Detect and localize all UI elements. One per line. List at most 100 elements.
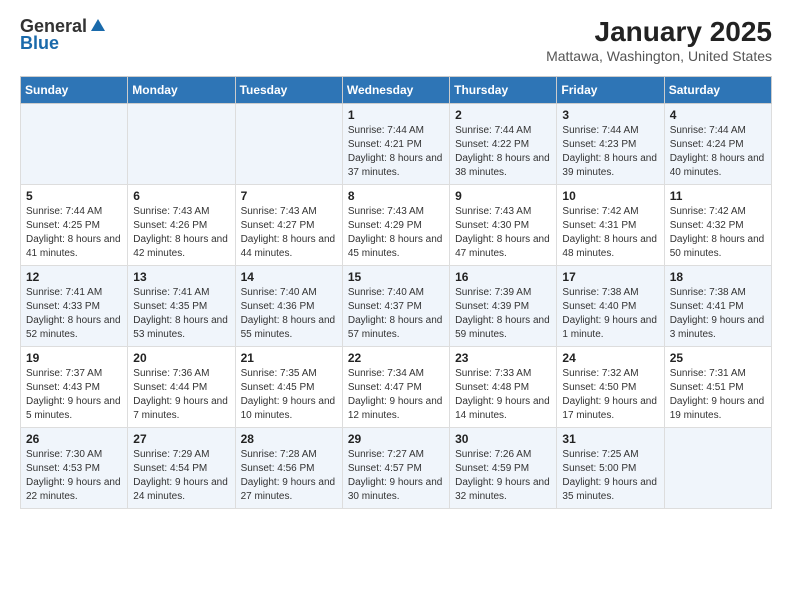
day-number: 5 [26,189,122,203]
day-number: 2 [455,108,551,122]
calendar-week-5: 26 Sunrise: 7:30 AM Sunset: 4:53 PM Dayli… [21,428,772,509]
day-info: Sunrise: 7:44 AM Sunset: 4:22 PM Dayligh… [455,124,551,180]
day-header-friday: Friday [557,77,664,104]
calendar-table: SundayMondayTuesdayWednesdayThursdayFrid… [20,76,772,509]
day-info: Sunrise: 7:44 AM Sunset: 4:25 PM Dayligh… [26,205,122,261]
calendar-cell: 2 Sunrise: 7:44 AM Sunset: 4:22 PM Daylig… [450,104,557,185]
calendar-cell: 30 Sunrise: 7:26 AM Sunset: 4:59 PM Dayli… [450,428,557,509]
day-number: 28 [241,432,337,446]
day-number: 10 [562,189,658,203]
day-number: 6 [133,189,229,203]
day-number: 15 [348,270,444,284]
day-info: Sunrise: 7:42 AM Sunset: 4:31 PM Dayligh… [562,205,658,261]
day-info: Sunrise: 7:41 AM Sunset: 4:33 PM Dayligh… [26,286,122,342]
calendar-cell: 22Sunrise: 7:34 AM Sunset: 4:47 PM Dayli… [342,347,449,428]
calendar-cell: 3 Sunrise: 7:44 AM Sunset: 4:23 PM Daylig… [557,104,664,185]
calendar-cell: 11 Sunrise: 7:42 AM Sunset: 4:32 PM Dayli… [664,185,771,266]
day-number: 27 [133,432,229,446]
calendar-cell [128,104,235,185]
logo: General Blue [20,16,107,54]
calendar-cell [664,428,771,509]
day-header-sunday: Sunday [21,77,128,104]
calendar-week-4: 19Sunrise: 7:37 AM Sunset: 4:43 PM Dayli… [21,347,772,428]
day-info: Sunrise: 7:39 AM Sunset: 4:39 PM Dayligh… [455,286,551,342]
day-info: Sunrise: 7:43 AM Sunset: 4:26 PM Dayligh… [133,205,229,261]
calendar-cell: 16 Sunrise: 7:39 AM Sunset: 4:39 PM Dayli… [450,266,557,347]
day-number: 25 [670,351,766,365]
calendar-cell: 27 Sunrise: 7:29 AM Sunset: 4:54 PM Dayli… [128,428,235,509]
day-number: 17 [562,270,658,284]
day-info: Sunrise: 7:30 AM Sunset: 4:53 PM Dayligh… [26,448,122,504]
calendar-cell: 19Sunrise: 7:37 AM Sunset: 4:43 PM Dayli… [21,347,128,428]
calendar-cell: 31Sunrise: 7:25 AM Sunset: 5:00 PM Dayli… [557,428,664,509]
day-header-monday: Monday [128,77,235,104]
day-info: Sunrise: 7:41 AM Sunset: 4:35 PM Dayligh… [133,286,229,342]
day-number: 21 [241,351,337,365]
calendar-week-3: 12 Sunrise: 7:41 AM Sunset: 4:33 PM Dayli… [21,266,772,347]
day-number: 18 [670,270,766,284]
calendar-body: 1 Sunrise: 7:44 AM Sunset: 4:21 PM Daylig… [21,104,772,509]
calendar-cell: 21Sunrise: 7:35 AM Sunset: 4:45 PM Dayli… [235,347,342,428]
day-info: Sunrise: 7:25 AM Sunset: 5:00 PM Dayligh… [562,448,658,504]
calendar-week-1: 1 Sunrise: 7:44 AM Sunset: 4:21 PM Daylig… [21,104,772,185]
day-number: 7 [241,189,337,203]
calendar-cell [235,104,342,185]
day-info: Sunrise: 7:40 AM Sunset: 4:37 PM Dayligh… [348,286,444,342]
day-number: 4 [670,108,766,122]
calendar-cell: 8 Sunrise: 7:43 AM Sunset: 4:29 PM Daylig… [342,185,449,266]
day-number: 23 [455,351,551,365]
day-header-thursday: Thursday [450,77,557,104]
day-info: Sunrise: 7:38 AM Sunset: 4:40 PM Dayligh… [562,286,658,342]
calendar-cell: 10 Sunrise: 7:42 AM Sunset: 4:31 PM Dayli… [557,185,664,266]
calendar-cell: 9 Sunrise: 7:43 AM Sunset: 4:30 PM Daylig… [450,185,557,266]
day-info: Sunrise: 7:33 AM Sunset: 4:48 PM Dayligh… [455,367,551,423]
day-info: Sunrise: 7:44 AM Sunset: 4:24 PM Dayligh… [670,124,766,180]
day-info: Sunrise: 7:26 AM Sunset: 4:59 PM Dayligh… [455,448,551,504]
day-number: 24 [562,351,658,365]
calendar-cell: 29 Sunrise: 7:27 AM Sunset: 4:57 PM Dayli… [342,428,449,509]
calendar-cell: 23 Sunrise: 7:33 AM Sunset: 4:48 PM Dayli… [450,347,557,428]
day-number: 30 [455,432,551,446]
calendar-cell: 14Sunrise: 7:40 AM Sunset: 4:36 PM Dayli… [235,266,342,347]
day-number: 19 [26,351,122,365]
day-header-saturday: Saturday [664,77,771,104]
day-number: 14 [241,270,337,284]
calendar-cell: 20Sunrise: 7:36 AM Sunset: 4:44 PM Dayli… [128,347,235,428]
day-number: 11 [670,189,766,203]
day-info: Sunrise: 7:34 AM Sunset: 4:47 PM Dayligh… [348,367,444,423]
day-info: Sunrise: 7:28 AM Sunset: 4:56 PM Dayligh… [241,448,337,504]
calendar-cell: 13Sunrise: 7:41 AM Sunset: 4:35 PM Dayli… [128,266,235,347]
calendar-cell: 25 Sunrise: 7:31 AM Sunset: 4:51 PM Dayli… [664,347,771,428]
page-title: January 2025 [546,16,772,48]
day-number: 12 [26,270,122,284]
day-header-wednesday: Wednesday [342,77,449,104]
day-number: 1 [348,108,444,122]
day-number: 20 [133,351,229,365]
calendar-cell: 1 Sunrise: 7:44 AM Sunset: 4:21 PM Daylig… [342,104,449,185]
calendar-cell: 17 Sunrise: 7:38 AM Sunset: 4:40 PM Dayli… [557,266,664,347]
day-info: Sunrise: 7:43 AM Sunset: 4:29 PM Dayligh… [348,205,444,261]
day-number: 26 [26,432,122,446]
calendar-cell: 15 Sunrise: 7:40 AM Sunset: 4:37 PM Dayli… [342,266,449,347]
day-header-tuesday: Tuesday [235,77,342,104]
day-number: 16 [455,270,551,284]
day-number: 9 [455,189,551,203]
day-info: Sunrise: 7:43 AM Sunset: 4:30 PM Dayligh… [455,205,551,261]
logo-icon [89,17,107,35]
day-info: Sunrise: 7:27 AM Sunset: 4:57 PM Dayligh… [348,448,444,504]
calendar-cell: 12 Sunrise: 7:41 AM Sunset: 4:33 PM Dayli… [21,266,128,347]
logo-blue: Blue [20,33,59,54]
day-number: 29 [348,432,444,446]
day-info: Sunrise: 7:44 AM Sunset: 4:21 PM Dayligh… [348,124,444,180]
day-info: Sunrise: 7:43 AM Sunset: 4:27 PM Dayligh… [241,205,337,261]
day-info: Sunrise: 7:44 AM Sunset: 4:23 PM Dayligh… [562,124,658,180]
calendar-header-row: SundayMondayTuesdayWednesdayThursdayFrid… [21,77,772,104]
day-number: 8 [348,189,444,203]
page-subtitle: Mattawa, Washington, United States [546,48,772,64]
day-number: 3 [562,108,658,122]
day-info: Sunrise: 7:42 AM Sunset: 4:32 PM Dayligh… [670,205,766,261]
calendar-cell: 24Sunrise: 7:32 AM Sunset: 4:50 PM Dayli… [557,347,664,428]
day-info: Sunrise: 7:31 AM Sunset: 4:51 PM Dayligh… [670,367,766,423]
page-header: General Blue January 2025 Mattawa, Washi… [20,16,772,64]
day-info: Sunrise: 7:29 AM Sunset: 4:54 PM Dayligh… [133,448,229,504]
